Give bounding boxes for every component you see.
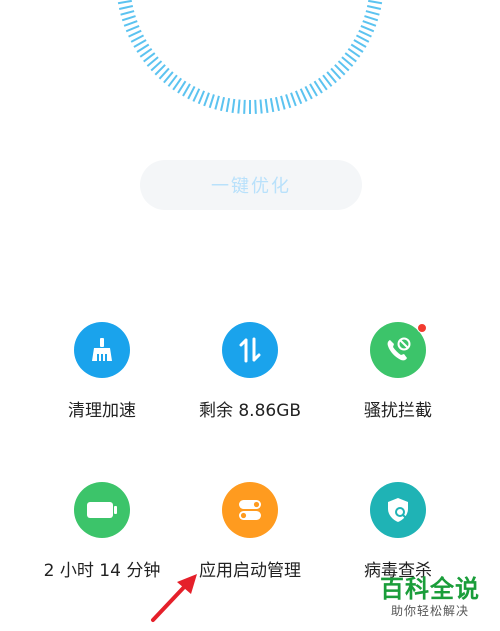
gauge-tick [136, 43, 150, 53]
tile-virus-scan[interactable]: 病毒查杀 [323, 460, 473, 590]
gauge-tick [231, 98, 236, 113]
gauge-tick [313, 80, 323, 94]
gauge-tick [133, 39, 147, 48]
phone-block-icon [370, 322, 427, 378]
tile-label: 骚扰拦截 [364, 401, 432, 421]
gauge-tick [187, 85, 196, 100]
gauge-tick [121, 15, 136, 22]
gauge-tick [309, 83, 318, 97]
gauge-tick [259, 99, 263, 114]
gauge-tick [365, 10, 380, 16]
gauge-tick [360, 24, 375, 33]
tile-harassment-block[interactable]: 骚扰拦截 [323, 300, 473, 430]
one-click-optimize-button[interactable]: 一键优化 [140, 160, 362, 210]
tile-label: 剩余 8.86GB [198, 401, 302, 421]
gauge-tick [125, 24, 140, 33]
battery-icon [74, 482, 130, 538]
gauge-tick [203, 92, 210, 107]
gauge-tick [364, 15, 379, 22]
gauge-ticks [117, 0, 383, 114]
watermark-subtitle: 助你轻松解决 [390, 604, 469, 618]
watermark-logo: 百科全说 助你轻松解决 [370, 575, 490, 619]
gauge-tick [182, 83, 191, 97]
gauge-tick [118, 4, 134, 10]
gauge-tick [123, 20, 138, 27]
phone-manager-screen: 一键优化 清理加速 剩余 8.86GB 骚扰拦截 2 小时 14 分钟 应用启动… [0, 0, 500, 631]
red-pointer-arrow-icon [151, 574, 197, 622]
notification-dot [417, 323, 427, 333]
gauge-tick [368, 0, 383, 5]
score-gauge-ring [117, 0, 383, 114]
gauge-tick [269, 98, 275, 113]
gauge-tick [120, 10, 135, 16]
tile-storage-remaining[interactable]: 剩余 8.86GB [175, 300, 325, 430]
gauge-tick [254, 99, 257, 114]
gauge-tick [280, 95, 286, 110]
gauge-tick [177, 80, 187, 94]
toggle-switches-icon [222, 482, 278, 538]
gauge-tick [299, 88, 308, 102]
gauge-tick [350, 43, 364, 53]
gauge-tick [117, 0, 132, 5]
broom-icon [74, 322, 130, 378]
gauge-tick [243, 99, 246, 114]
gauge-tick [264, 98, 269, 113]
tile-clean-speed[interactable]: 清理加速 [27, 300, 177, 430]
gauge-tick [290, 92, 297, 107]
gauge-tick [294, 90, 303, 105]
gauge-tick [197, 90, 206, 105]
gauge-tick [358, 29, 372, 38]
shield-search-icon [370, 482, 426, 538]
gauge-tick [237, 99, 241, 114]
gauge-tick [355, 34, 370, 43]
up-down-arrows-icon [222, 322, 278, 378]
tile-label: 清理加速 [68, 401, 136, 421]
gauge-tick [353, 39, 367, 48]
gauge-tick [130, 34, 145, 43]
gauge-tick [220, 96, 226, 112]
gauge-tick [366, 4, 382, 10]
gauge-tick [285, 94, 292, 109]
gauge-tick [274, 96, 280, 112]
gauge-tick [304, 85, 313, 100]
gauge-tick [225, 98, 231, 113]
watermark-title: 百科全说 [380, 575, 480, 603]
gauge-tick [214, 95, 220, 110]
gauge-tick [208, 94, 215, 109]
gauge-tick [362, 20, 377, 27]
gauge-tick [128, 29, 142, 38]
gauge-tick [192, 88, 201, 102]
